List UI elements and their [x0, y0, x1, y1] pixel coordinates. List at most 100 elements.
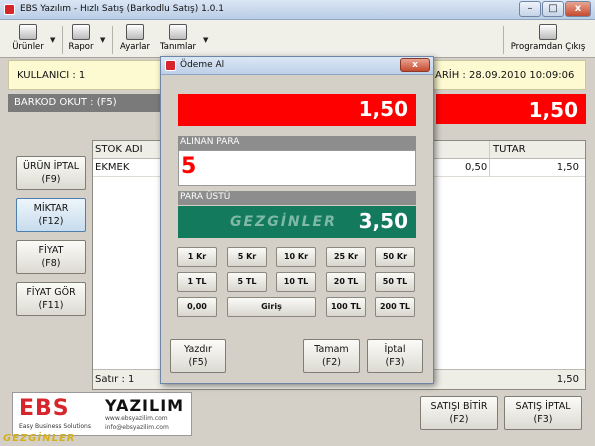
cell-total: 1,50 — [556, 162, 579, 173]
user-info: KULLANICI : 1 — [17, 70, 86, 81]
button-shortcut: (F3) — [533, 414, 553, 425]
change-amount: GEZGİNLER 3,50 — [178, 206, 416, 238]
logo-yazilim-text: YAZILIM — [105, 396, 185, 415]
change-label: PARA ÜSTÜ — [178, 191, 416, 205]
logo-ebs-text: EBS — [19, 396, 70, 421]
key-zero[interactable]: 0,00 — [177, 297, 217, 317]
key-1-kr[interactable]: 1 Kr — [177, 247, 217, 267]
button-label: FİYAT — [38, 245, 64, 256]
column-divider — [489, 141, 490, 177]
quantity-button[interactable]: MİKTAR (F12) — [16, 198, 86, 232]
button-shortcut: (F11) — [38, 300, 64, 311]
window-title: EBS Yazılım - Hızlı Satış (Barkodlu Satı… — [20, 4, 224, 14]
received-value: 5 — [181, 154, 197, 179]
dialog-close-button[interactable]: x — [400, 58, 430, 72]
key-50-kr[interactable]: 50 Kr — [375, 247, 415, 267]
logo-tagline: Easy Business Solutions — [19, 423, 91, 430]
key-enter[interactable]: Giriş — [227, 297, 316, 317]
button-label: MİKTAR — [33, 203, 69, 214]
logo-website: www.ebsyazilim.com — [105, 415, 168, 422]
payment-dialog: Ödeme Al x 1,50 ALINAN PARA 5 PARA ÜSTÜ … — [160, 56, 434, 384]
minimize-button[interactable]: – — [519, 1, 541, 17]
products-label: Ürünler — [12, 42, 44, 52]
definitions-icon — [169, 24, 187, 40]
cancel-sale-button[interactable]: SATIŞ İPTAL (F3) — [504, 396, 582, 430]
chevron-down-icon[interactable]: ▼ — [203, 36, 208, 44]
box-icon — [19, 24, 37, 40]
button-shortcut: (F5) — [188, 357, 208, 368]
button-shortcut: (F12) — [38, 216, 64, 227]
key-200-tl[interactable]: 200 TL — [375, 297, 415, 317]
button-shortcut: (F8) — [41, 258, 61, 269]
bottom-panel: EBS Easy Business Solutions YAZILIM www.… — [8, 392, 586, 436]
exit-program-button[interactable]: Programdan Çıkış — [508, 24, 588, 56]
received-label: ALINAN PARA — [178, 136, 416, 150]
button-label: Tamam — [314, 344, 349, 355]
button-label: İptal — [384, 344, 406, 355]
dialog-title-bar: Ödeme Al x — [161, 57, 433, 75]
received-input[interactable]: 5 — [178, 150, 416, 186]
definitions-label: Tanımlar — [159, 42, 197, 52]
exit-icon — [539, 24, 557, 40]
toolbar-divider — [112, 26, 113, 54]
app-icon — [4, 4, 15, 15]
toolbar-divider — [503, 26, 504, 54]
button-shortcut: (F2) — [322, 357, 341, 368]
key-25-kr[interactable]: 25 Kr — [326, 247, 366, 267]
app-icon — [165, 60, 176, 71]
button-label: ÜRÜN İPTAL — [22, 161, 80, 172]
title-bar: EBS Yazılım - Hızlı Satış (Barkodlu Satı… — [0, 0, 595, 20]
exit-program-label: Programdan Çıkış — [510, 42, 586, 52]
chevron-down-icon[interactable]: ▼ — [50, 36, 55, 44]
button-label: SATIŞI BİTİR — [430, 401, 488, 412]
button-label: FİYAT GÖR — [26, 287, 76, 298]
key-5-tl[interactable]: 5 TL — [227, 272, 267, 292]
definitions-button[interactable]: Tanımlar — [158, 24, 198, 56]
cancel-product-button[interactable]: ÜRÜN İPTAL (F9) — [16, 156, 86, 190]
toolbar: Ürünler ▼ Rapor ▼ Ayarlar Tanımlar ▼ Pro… — [0, 20, 595, 58]
button-shortcut: (F9) — [41, 174, 61, 185]
key-10-kr[interactable]: 10 Kr — [276, 247, 316, 267]
change-watermark: GEZGİNLER — [230, 214, 337, 230]
row-count: Satır : 1 — [95, 374, 135, 385]
cell-stock-name: EKMEK — [95, 162, 130, 173]
key-20-tl[interactable]: 20 TL — [326, 272, 366, 292]
settings-label: Ayarlar — [119, 42, 151, 52]
change-value: 3,50 — [358, 209, 408, 233]
key-10-tl[interactable]: 10 TL — [276, 272, 316, 292]
dialog-total: 1,50 — [178, 94, 416, 126]
report-button[interactable]: Rapor — [66, 24, 96, 56]
column-stock-name[interactable]: STOK ADI — [95, 144, 143, 155]
finish-sale-button[interactable]: SATIŞI BİTİR (F2) — [420, 396, 498, 430]
date-info: ARİH : 28.09.2010 10:09:06 — [435, 70, 575, 81]
cell-price: 0,50 — [465, 162, 488, 173]
button-shortcut: (F2) — [449, 414, 469, 425]
key-1-tl[interactable]: 1 TL — [177, 272, 217, 292]
sale-total: 1,50 — [436, 94, 586, 124]
watermark: GEZGİNLER — [3, 433, 76, 444]
cancel-button[interactable]: İptal (F3) — [367, 339, 423, 373]
products-button[interactable]: Ürünler — [8, 24, 48, 56]
settings-button[interactable]: Ayarlar — [118, 24, 152, 56]
key-100-tl[interactable]: 100 TL — [326, 297, 366, 317]
report-label: Rapor — [68, 42, 94, 52]
button-label: SATIŞ İPTAL — [515, 401, 571, 412]
close-button[interactable]: x — [565, 1, 591, 17]
key-50-tl[interactable]: 50 TL — [375, 272, 415, 292]
maximize-button[interactable]: □ — [542, 1, 564, 17]
column-total[interactable]: TUTAR — [493, 144, 526, 155]
barcode-label[interactable]: BARKOD OKUT : (F5) — [8, 94, 168, 112]
button-shortcut: (F3) — [385, 357, 405, 368]
dialog-title: Ödeme Al — [180, 60, 225, 70]
ok-button[interactable]: Tamam (F2) — [303, 339, 360, 373]
footer-total: 1,50 — [556, 374, 579, 385]
report-icon — [72, 24, 90, 40]
logo-email: info@ebsyazilim.com — [105, 424, 169, 431]
chevron-down-icon[interactable]: ▼ — [100, 36, 105, 44]
settings-icon — [126, 24, 144, 40]
key-5-kr[interactable]: 5 Kr — [227, 247, 267, 267]
view-price-button[interactable]: FİYAT GÖR (F11) — [16, 282, 86, 316]
price-button[interactable]: FİYAT (F8) — [16, 240, 86, 274]
print-button[interactable]: Yazdır (F5) — [170, 339, 226, 373]
button-label: Yazdır — [184, 344, 212, 355]
